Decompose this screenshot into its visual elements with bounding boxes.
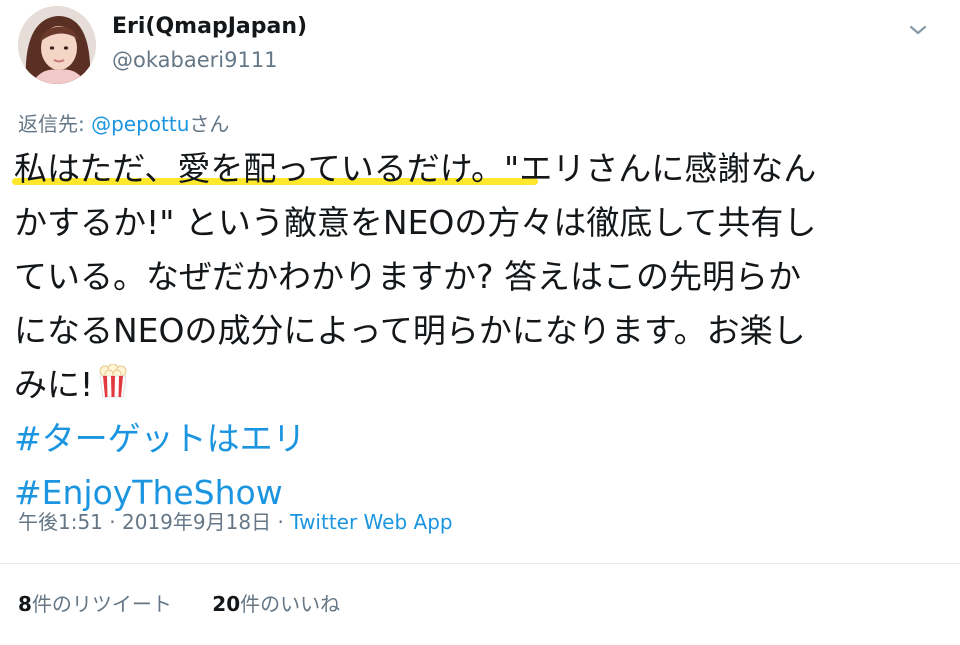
divider — [0, 563, 960, 564]
tweet-text-line: になるNEOの成分によって明らかになります。お楽し — [14, 311, 806, 350]
retweet-label: 件のリツイート — [31, 592, 172, 616]
reply-prefix: 返信先: — [18, 112, 85, 136]
meta-separator: · — [109, 510, 116, 534]
like-count-link[interactable]: 20件のいいね — [212, 588, 340, 617]
retweet-count: 8 — [18, 592, 32, 616]
tweet-stats: 8件のリツイート 20件のいいね — [18, 588, 340, 617]
tweet-source-link[interactable]: Twitter Web App — [290, 510, 452, 534]
tweet-metadata: 午後1:51 · 2019年9月18日 · Twitter Web App — [18, 506, 453, 535]
tweet-text-line: 私はただ、愛を配っているだけ。"エリさんに感謝なん — [14, 149, 817, 188]
user-handle[interactable]: @okabaeri9111 — [112, 48, 278, 72]
popcorn-icon — [97, 360, 129, 414]
meta-separator: · — [277, 510, 284, 534]
retweet-count-link[interactable]: 8件のリツイート — [18, 588, 172, 617]
like-label: 件のいいね — [240, 592, 341, 616]
tweet-text-line-last: みに! — [14, 358, 934, 412]
reply-context: 返信先: @pepottuさん — [18, 108, 229, 137]
tweet-time[interactable]: 午後1:51 — [18, 510, 103, 534]
display-name[interactable]: Eri(QmapJapan) — [112, 14, 307, 39]
reply-suffix: さん — [189, 112, 230, 136]
tweet-date[interactable]: 2019年9月18日 — [122, 510, 271, 534]
tweet-text-line: ている。なぜだかわかりますか? 答えはこの先明らか — [14, 257, 802, 296]
tweet-text-line: みに! — [14, 365, 94, 404]
avatar[interactable] — [18, 6, 96, 84]
chevron-down-icon[interactable] — [906, 18, 930, 42]
tweet-text: 私はただ、愛を配っているだけ。"エリさんに感謝なん かするか!" という敵意をN… — [14, 142, 934, 520]
tweet-card: Eri(QmapJapan) @okabaeri9111 返信先: @pepot… — [0, 0, 960, 645]
hashtag-link[interactable]: #ターゲットはエリ — [14, 412, 934, 466]
like-count: 20 — [212, 592, 241, 616]
reply-mention-link[interactable]: @pepottu — [91, 112, 189, 136]
tweet-text-line: かするか!" という敵意をNEOの方々は徹底して共有し — [14, 203, 817, 242]
avatar-photo — [18, 6, 96, 84]
